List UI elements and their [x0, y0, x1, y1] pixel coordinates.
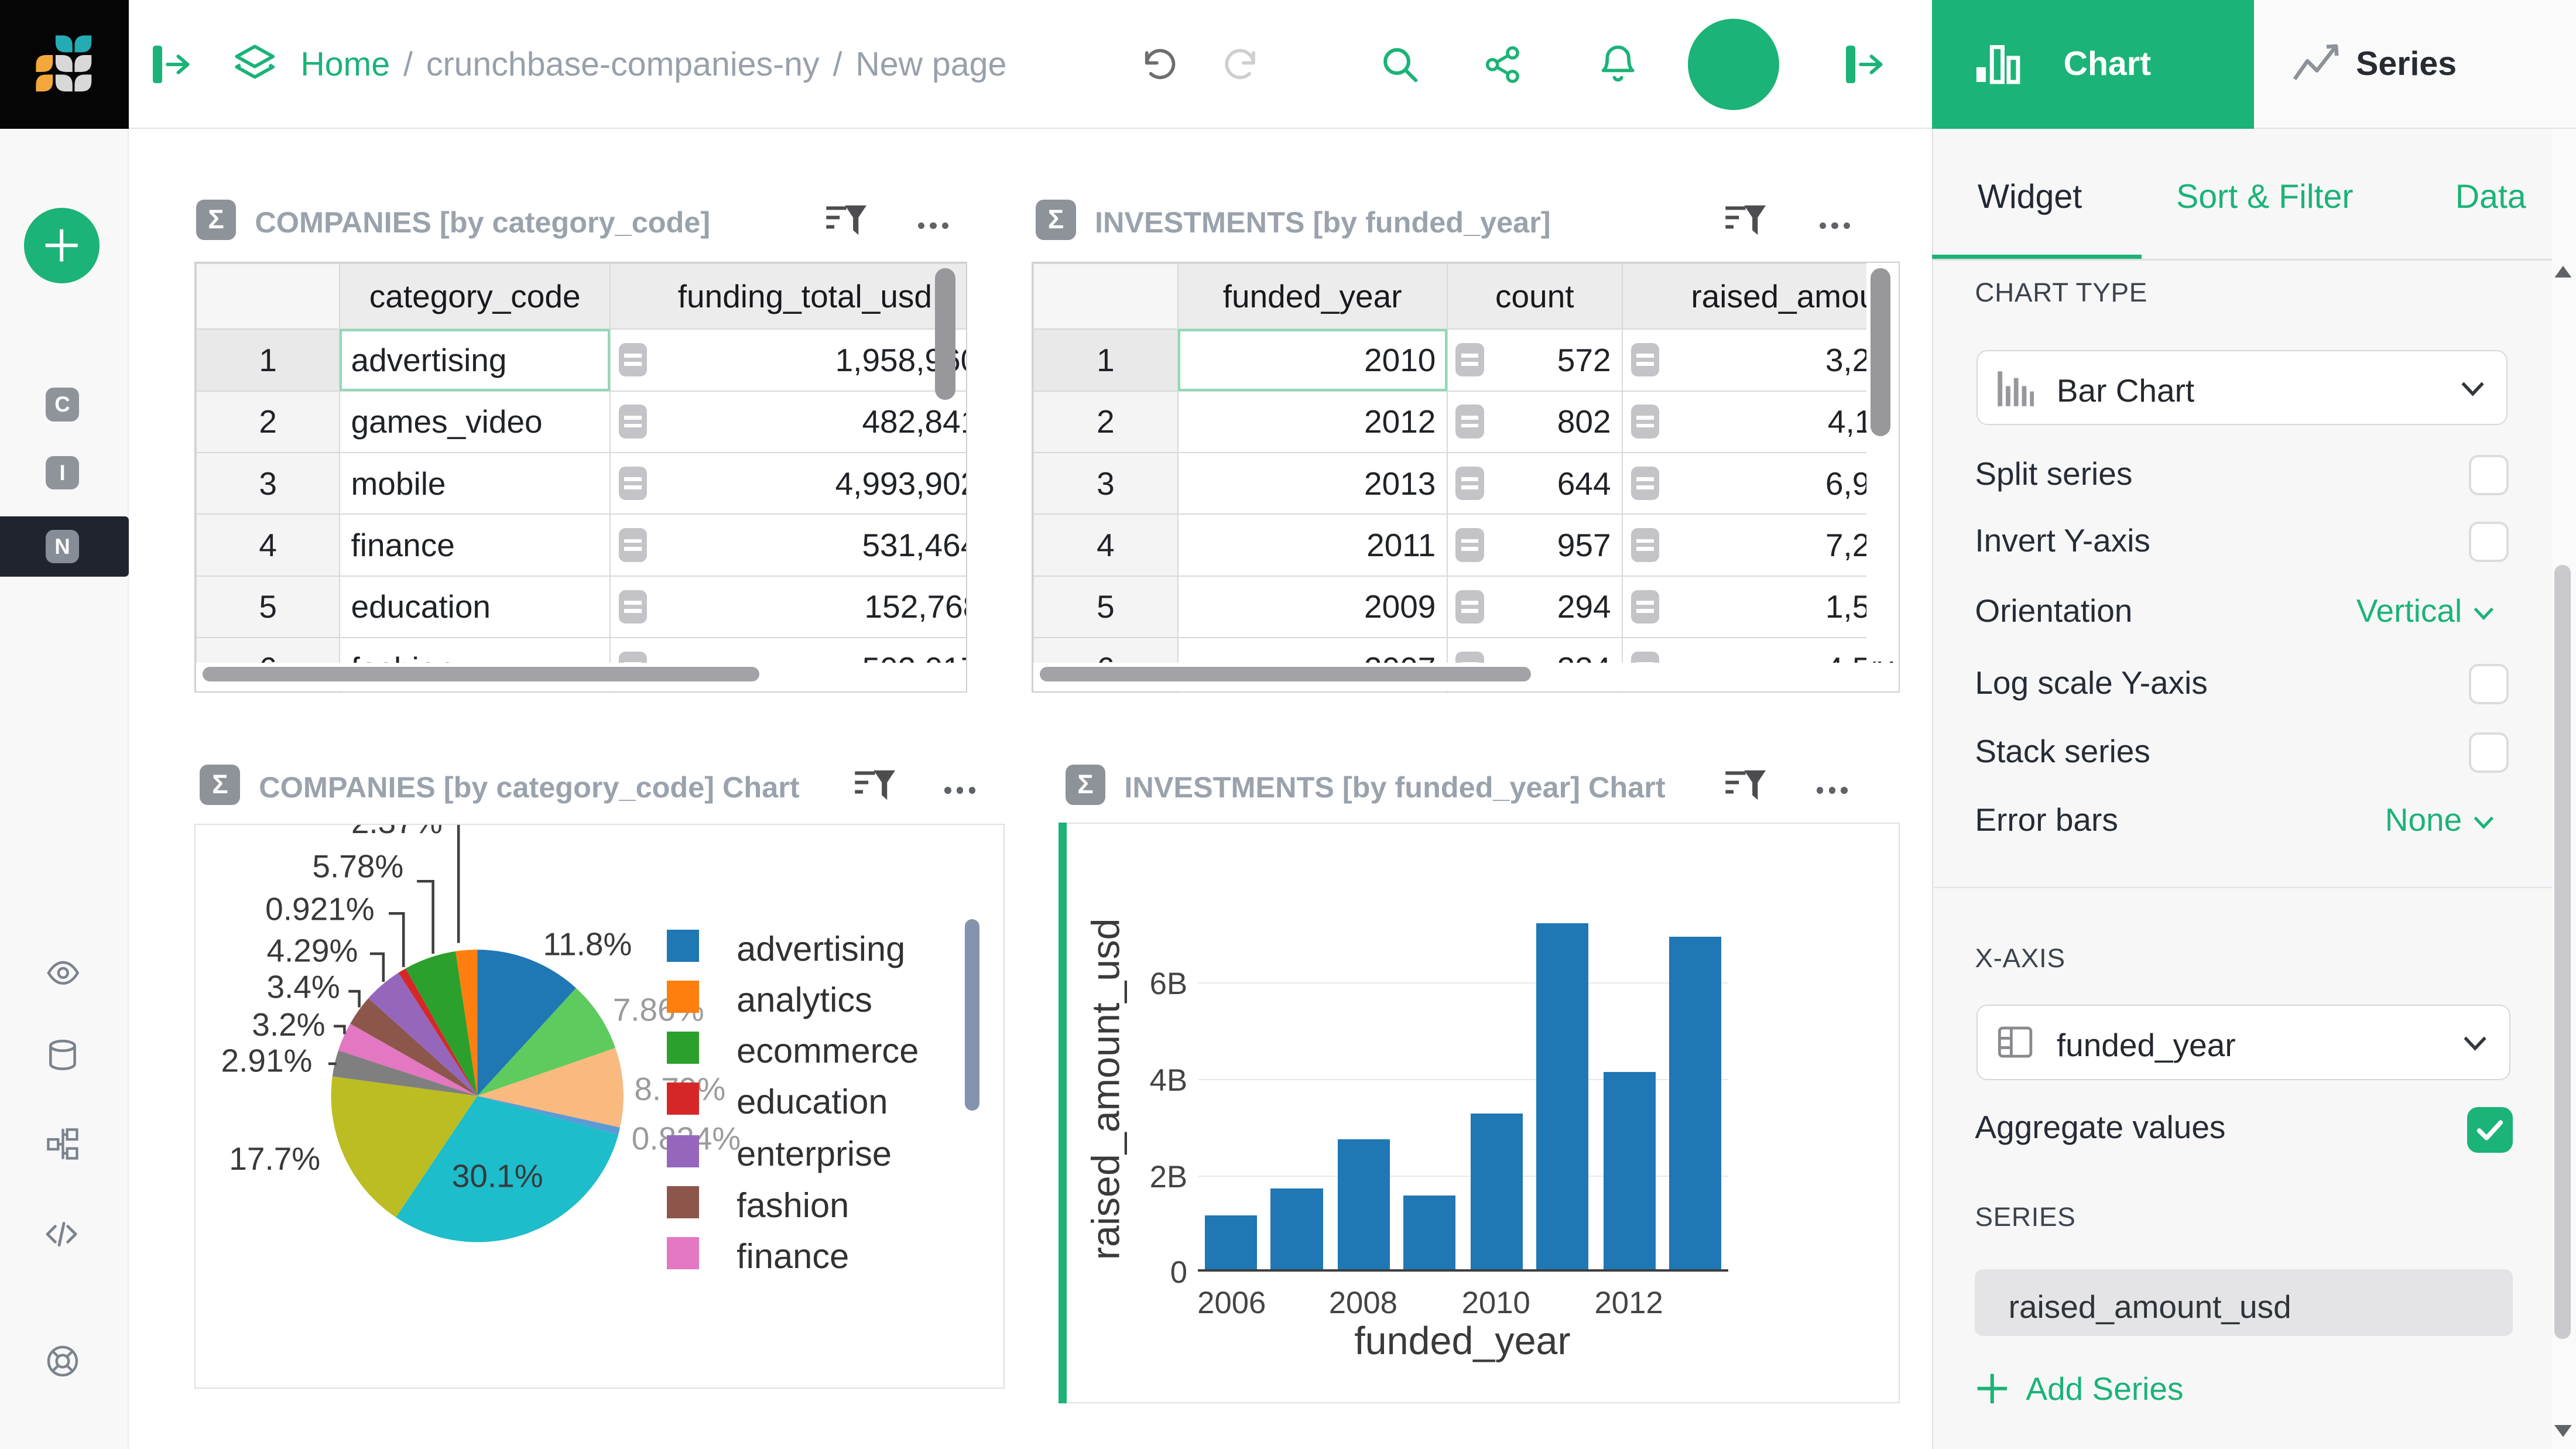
- svg-text:4.29%: 4.29%: [267, 933, 358, 969]
- svg-text:17.7%: 17.7%: [229, 1140, 321, 1177]
- svg-text:3.2%: 3.2%: [252, 1006, 326, 1043]
- svg-text:30.1%: 30.1%: [452, 1158, 543, 1194]
- svg-text:11.8%: 11.8%: [543, 926, 632, 962]
- svg-text:0.921%: 0.921%: [265, 891, 375, 927]
- svg-text:3.4%: 3.4%: [267, 969, 340, 1005]
- svg-text:5.78%: 5.78%: [313, 848, 404, 884]
- svg-text:2.37%: 2.37%: [351, 825, 443, 840]
- svg-text:2.91%: 2.91%: [221, 1043, 313, 1079]
